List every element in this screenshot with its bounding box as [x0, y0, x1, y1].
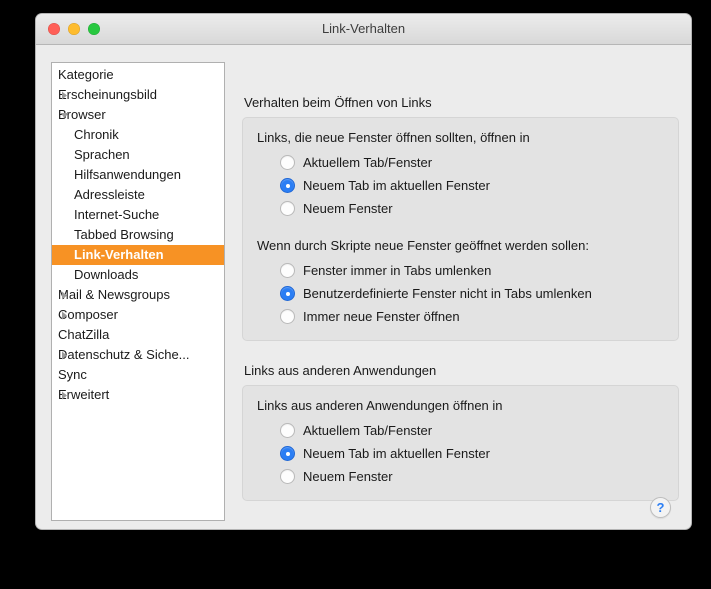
sidebar-item-label: Erweitert: [58, 387, 110, 402]
radio-button-selected[interactable]: [280, 446, 295, 461]
radio-option-label: Aktuellem Tab/Fenster: [303, 155, 433, 170]
radio-button[interactable]: [280, 423, 295, 438]
sidebar-item-label: Tabbed Browsing: [74, 227, 174, 242]
sidebar-item-label: Sync: [58, 367, 87, 382]
radio-option-label: Benutzerdefinierte Fenster nicht in Tabs…: [303, 286, 592, 301]
chevron-right-icon[interactable]: [58, 385, 70, 405]
radio-option[interactable]: Benutzerdefinierte Fenster nicht in Tabs…: [280, 282, 678, 305]
radio-option[interactable]: Immer neue Fenster öffnen: [280, 305, 678, 328]
sidebar-item-label: Internet-Suche: [74, 207, 160, 222]
sidebar-item-label: Erscheinungsbild: [58, 87, 158, 102]
radio-option-label: Aktuellem Tab/Fenster: [303, 423, 433, 438]
sidebar-item-link-verhalten[interactable]: Link-Verhalten: [52, 245, 224, 265]
section-title: Links aus anderen Anwendungen: [244, 363, 437, 378]
sidebar-item-label: Downloads: [74, 267, 139, 282]
chevron-right-icon[interactable]: [58, 305, 70, 325]
settings-groupbox: Links, die neue Fenster öffnen sollten, …: [242, 117, 679, 341]
sidebar-item-hilfsanwendungen[interactable]: Hilfsanwendungen: [52, 165, 224, 185]
sidebar-item-chatzilla[interactable]: ChatZilla: [52, 325, 224, 345]
sidebar-item-label: ChatZilla: [58, 327, 110, 342]
radio-option-label: Neuem Tab im aktuellen Fenster: [303, 178, 490, 193]
chevron-down-icon[interactable]: [58, 105, 70, 125]
radio-option-label: Neuem Fenster: [303, 201, 393, 216]
sidebar-item-mail-newsgroups[interactable]: Mail & Newsgroups: [52, 285, 224, 305]
category-header-label: Kategorie: [58, 67, 114, 82]
radio-button-selected[interactable]: [280, 286, 295, 301]
radio-button[interactable]: [280, 201, 295, 216]
radio-option[interactable]: Neuem Fenster: [280, 465, 678, 488]
sidebar-item-label: Link-Verhalten: [74, 247, 164, 262]
category-header: Kategorie: [52, 65, 224, 85]
sidebar-item-label: Adressleiste: [74, 187, 145, 202]
sidebar-item-internet-suche[interactable]: Internet-Suche: [52, 205, 224, 225]
sidebar-item-browser[interactable]: Browser: [52, 105, 224, 125]
preferences-pane: Verhalten beim Öffnen von Links Links, di…: [242, 45, 691, 529]
chevron-right-icon[interactable]: [58, 85, 70, 105]
sidebar-item-label: Composer: [58, 307, 118, 322]
group-heading: Links aus anderen Anwendungen öffnen in: [257, 398, 503, 413]
radio-option-label: Immer neue Fenster öffnen: [303, 309, 460, 324]
radio-button[interactable]: [280, 155, 295, 170]
chevron-right-icon[interactable]: [58, 285, 70, 305]
radio-option[interactable]: Neuem Tab im aktuellen Fenster: [280, 442, 678, 465]
sidebar-item-sprachen[interactable]: Sprachen: [52, 145, 224, 165]
radio-option[interactable]: Fenster immer in Tabs umlenken: [280, 259, 678, 282]
sidebar-item-label: Chronik: [74, 127, 119, 142]
radio-button[interactable]: [280, 309, 295, 324]
sidebar-item-label: Datenschutz & Siche...: [58, 347, 190, 362]
help-button[interactable]: ?: [650, 497, 671, 518]
sidebar-item-label: Sprachen: [74, 147, 130, 162]
radio-button[interactable]: [280, 263, 295, 278]
sidebar-item-erweitert[interactable]: Erweitert: [52, 385, 224, 405]
sidebar-item-composer[interactable]: Composer: [52, 305, 224, 325]
radio-option-label: Neuem Fenster: [303, 469, 393, 484]
sidebar-item-sync[interactable]: Sync: [52, 365, 224, 385]
sidebar-item-chronik[interactable]: Chronik: [52, 125, 224, 145]
category-listbox[interactable]: Kategorie Erscheinungsbild Browser Chronik S…: [51, 62, 225, 521]
sidebar-item-tabbed-browsing[interactable]: Tabbed Browsing: [52, 225, 224, 245]
preferences-window: Link-Verhalten Kategorie Erscheinungsbild…: [36, 14, 691, 529]
radio-button[interactable]: [280, 469, 295, 484]
sidebar-item-erscheinungsbild[interactable]: Erscheinungsbild: [52, 85, 224, 105]
chevron-right-icon[interactable]: [58, 345, 70, 365]
sidebar-item-label: Mail & Newsgroups: [58, 287, 170, 302]
sidebar-item-label: Hilfsanwendungen: [74, 167, 181, 182]
sidebar-item-label: Browser: [58, 107, 106, 122]
section-title: Verhalten beim Öffnen von Links: [244, 95, 432, 110]
radio-option[interactable]: Neuem Fenster: [280, 197, 678, 220]
window-titlebar: Link-Verhalten: [36, 14, 691, 45]
sidebar-item-datenschutz-siche[interactable]: Datenschutz & Siche...: [52, 345, 224, 365]
group-heading: Wenn durch Skripte neue Fenster geöffnet…: [257, 238, 589, 253]
settings-groupbox: Links aus anderen Anwendungen öffnen in A…: [242, 385, 679, 501]
radio-button-selected[interactable]: [280, 178, 295, 193]
radio-option-label: Fenster immer in Tabs umlenken: [303, 263, 492, 278]
radio-option[interactable]: Aktuellem Tab/Fenster: [280, 151, 678, 174]
radio-option-label: Neuem Tab im aktuellen Fenster: [303, 446, 490, 461]
radio-option[interactable]: Neuem Tab im aktuellen Fenster: [280, 174, 678, 197]
radio-option[interactable]: Aktuellem Tab/Fenster: [280, 419, 678, 442]
sidebar-item-adressleiste[interactable]: Adressleiste: [52, 185, 224, 205]
group-heading: Links, die neue Fenster öffnen sollten, …: [257, 130, 530, 145]
sidebar-item-downloads[interactable]: Downloads: [52, 265, 224, 285]
window-content: Kategorie Erscheinungsbild Browser Chronik S…: [36, 45, 691, 529]
window-title: Link-Verhalten: [321, 21, 406, 36]
